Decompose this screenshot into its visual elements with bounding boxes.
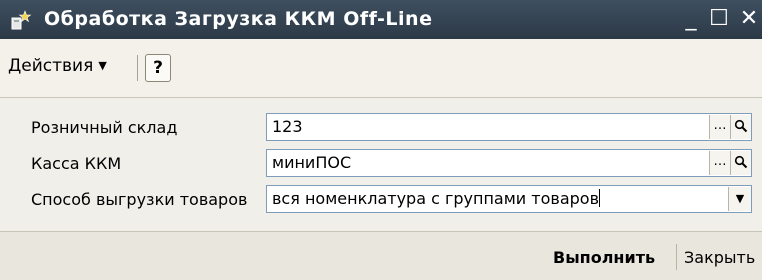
search-icon[interactable] — [730, 115, 751, 139]
kkm-field[interactable]: миниПОС … — [266, 149, 752, 177]
text-cursor — [599, 189, 601, 207]
execute-button[interactable]: Выполнить — [553, 248, 655, 267]
toolbar-separator — [137, 55, 138, 81]
command-separator — [676, 244, 677, 270]
caret-down-icon: ▼ — [98, 59, 107, 72]
command-bar: Выполнить Закрыть — [0, 231, 762, 280]
maximize-button[interactable]: ☐ — [706, 5, 732, 33]
retail-store-field[interactable]: 123 … — [266, 113, 752, 141]
close-button[interactable]: Закрыть — [684, 248, 755, 267]
kkm-label: Касса ККМ — [31, 154, 122, 173]
title-bar[interactable]: Обработка Загрузка ККМ Off-Line _ ☐ ✕ — [0, 0, 762, 39]
select-button[interactable]: … — [709, 151, 730, 175]
help-button[interactable]: ? — [145, 54, 171, 82]
export-mode-select[interactable]: вся номенклатура с группами товаров ▼ — [266, 185, 752, 213]
close-window-button[interactable]: ✕ — [736, 5, 762, 33]
retail-store-value: 123 — [272, 117, 303, 136]
actions-menu-label: Действия — [8, 56, 94, 76]
select-button[interactable]: … — [709, 115, 730, 139]
processing-icon — [11, 10, 32, 30]
minimize-button[interactable]: _ — [678, 5, 704, 33]
window-title: Обработка Загрузка ККМ Off-Line — [44, 8, 433, 30]
export-mode-label: Способ выгрузки товаров — [31, 190, 248, 209]
kkm-value: миниПОС — [272, 153, 352, 172]
search-icon[interactable] — [730, 151, 751, 175]
parameters-form: Розничный склад 123 … Касса ККМ миниПОС … — [0, 98, 762, 231]
export-mode-value: вся номенклатура с группами товаров — [272, 189, 601, 208]
toolbar: Действия ▼ ? — [0, 39, 762, 98]
processing-window: Обработка Загрузка ККМ Off-Line _ ☐ ✕ Де… — [0, 0, 762, 280]
actions-menu[interactable]: Действия ▼ — [8, 56, 107, 76]
retail-store-label: Розничный склад — [31, 118, 178, 137]
chevron-down-icon[interactable]: ▼ — [728, 187, 751, 211]
